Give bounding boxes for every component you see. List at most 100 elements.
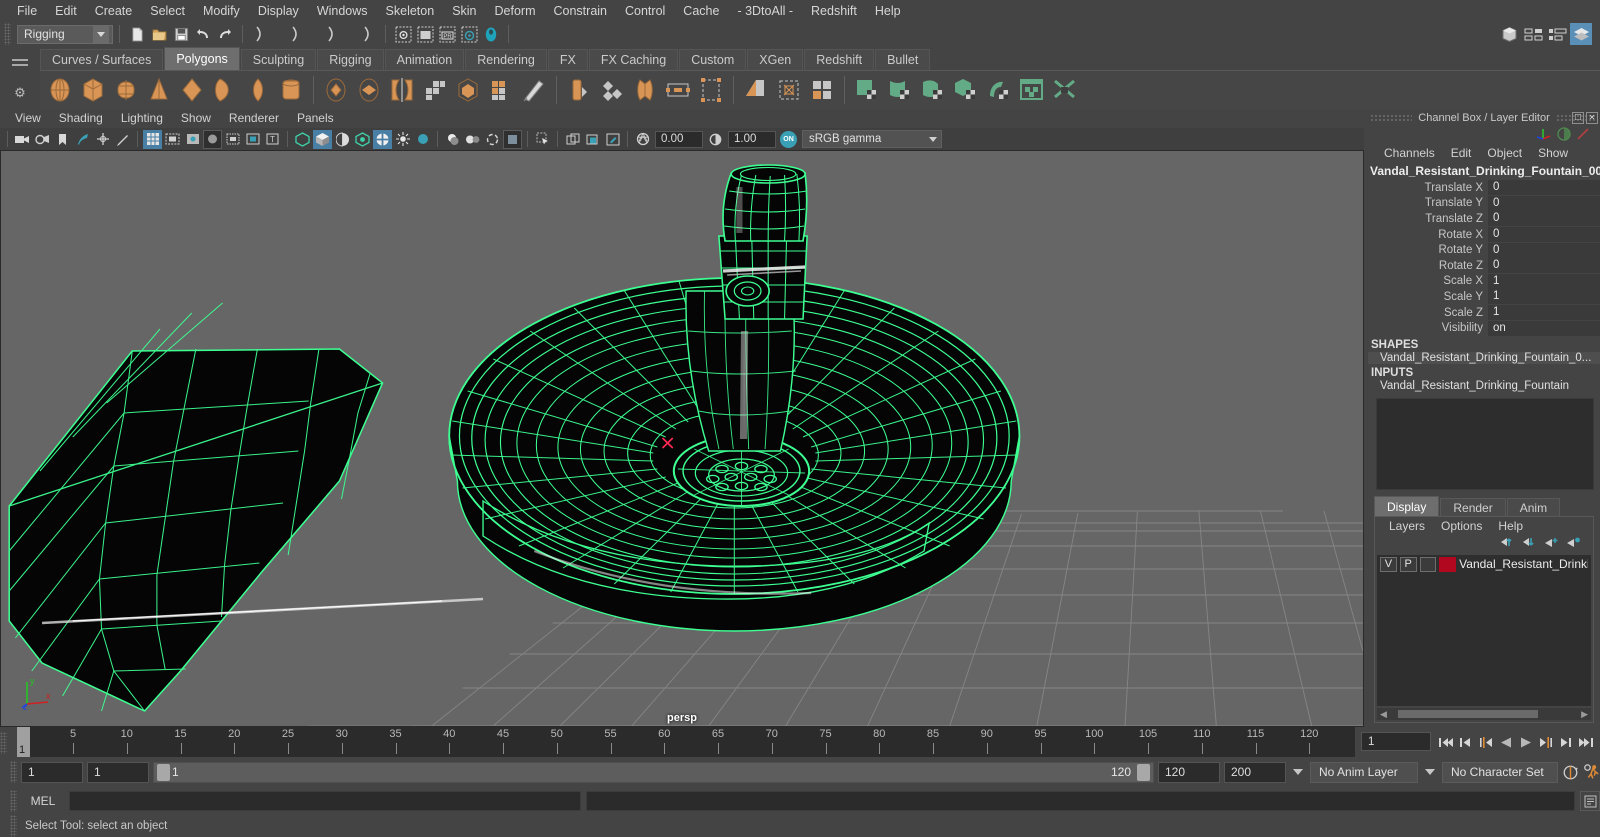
play-forwards-icon[interactable] <box>1517 732 1534 752</box>
poly-bevel-icon[interactable] <box>596 73 628 107</box>
channel-value-field[interactable]: 0 <box>1488 195 1600 211</box>
poly-duplicate-face-icon[interactable] <box>773 73 805 107</box>
camera-attributes-icon[interactable] <box>33 130 52 149</box>
current-time-indicator[interactable]: 1 <box>17 727 30 757</box>
exposure-value-field[interactable]: 0.00 <box>655 130 703 148</box>
scroll-left-arrow-icon[interactable]: ◀ <box>1377 709 1390 720</box>
display-layer-icon[interactable] <box>243 130 262 149</box>
xray-active-components-icon[interactable] <box>603 130 622 149</box>
viewport-menu-view[interactable]: View <box>6 109 50 128</box>
layer-list[interactable]: V P Vandal_Resistant_Drinki <box>1377 554 1591 706</box>
channel-value-field[interactable]: 0 <box>1488 227 1600 243</box>
menu-select[interactable]: Select <box>141 1 194 21</box>
save-scene-icon[interactable] <box>170 23 192 45</box>
menu-redshift[interactable]: Redshift <box>802 1 866 21</box>
menu-3dtoall[interactable]: - 3DtoAll - <box>728 1 802 21</box>
exposure-display-icon[interactable] <box>223 130 242 149</box>
viewport-menu-shading[interactable]: Shading <box>50 109 112 128</box>
poly-mirror-icon[interactable] <box>386 73 418 107</box>
ambient-occlusion-icon[interactable] <box>463 130 482 149</box>
poly-reduce-icon[interactable] <box>452 73 484 107</box>
channel-row[interactable]: Scale X 1 <box>1368 273 1600 290</box>
uv-automatic-icon[interactable] <box>950 73 982 107</box>
poly-cone-icon[interactable] <box>143 73 175 107</box>
shelf-options-gear-icon[interactable]: ⚙ <box>14 85 26 101</box>
menu-deform[interactable]: Deform <box>486 1 545 21</box>
shelf-tab-fx-caching[interactable]: FX Caching <box>588 49 679 70</box>
shelf-tab-xgen[interactable]: XGen <box>747 49 804 70</box>
play-backwards-icon[interactable] <box>1497 732 1514 752</box>
uv-unfold-icon[interactable] <box>983 73 1015 107</box>
range-slider[interactable]: 1 120 <box>153 761 1154 783</box>
red-slash-icon[interactable] <box>1576 127 1590 144</box>
channel-row[interactable]: Translate Z 0 <box>1368 211 1600 227</box>
channel-value-field[interactable]: 1 <box>1488 273 1600 289</box>
poly-boolean-icon[interactable] <box>320 73 352 107</box>
select-by-object-icon[interactable] <box>285 23 307 45</box>
anim-layer-selector[interactable]: No Anim Layer <box>1310 761 1418 783</box>
channel-row[interactable]: Translate X 0 <box>1368 180 1600 196</box>
undo-icon[interactable] <box>192 23 214 45</box>
view-transform-toggle[interactable]: ON <box>779 130 798 149</box>
range-end-handle[interactable] <box>1137 763 1150 781</box>
layer-tab-render[interactable]: Render <box>1440 497 1506 516</box>
isolate-select-icon[interactable] <box>533 130 552 149</box>
shelf-tab-rigging[interactable]: Rigging <box>317 49 384 70</box>
layer-name[interactable]: Vandal_Resistant_Drinki <box>1459 557 1588 571</box>
poly-append-icon[interactable] <box>662 73 694 107</box>
move-layer-down-icon[interactable] <box>1522 536 1537 551</box>
open-scene-icon[interactable] <box>148 23 170 45</box>
channel-value-field[interactable]: 1 <box>1488 289 1600 305</box>
textured-shading-icon[interactable] <box>353 130 372 149</box>
uv-spherical-icon[interactable] <box>917 73 949 107</box>
channel-value-field[interactable]: on <box>1488 320 1600 336</box>
new-layer-from-selected-icon[interactable] <box>1566 536 1581 551</box>
shelf-menu-icon[interactable] <box>12 56 28 69</box>
select-camera-icon[interactable] <box>13 130 32 149</box>
anti-alias-icon[interactable] <box>483 130 502 149</box>
menu-edit[interactable]: Edit <box>46 1 86 21</box>
character-set-selector[interactable]: No Character Set <box>1442 761 1558 783</box>
go-to-start-icon[interactable] <box>1437 732 1454 752</box>
layer-menu-help[interactable]: Help <box>1490 519 1531 533</box>
command-output-field[interactable] <box>586 791 1575 811</box>
animation-start-time-field[interactable]: 1 <box>21 761 83 783</box>
two-sided-lighting-icon[interactable] <box>413 130 432 149</box>
layer-type-toggle[interactable] <box>1419 556 1437 572</box>
select-mask-icon[interactable] <box>357 23 379 45</box>
shadows-icon[interactable] <box>443 130 462 149</box>
help-line-grip[interactable] <box>10 815 17 837</box>
channel-row[interactable]: Translate Y 0 <box>1368 195 1600 212</box>
resolution-gate-icon[interactable] <box>183 130 202 149</box>
viewport-menu-renderer[interactable]: Renderer <box>220 109 288 128</box>
menu-cache[interactable]: Cache <box>674 1 728 21</box>
animation-preferences-icon[interactable] <box>1583 762 1600 782</box>
channel-value-field[interactable]: 0 <box>1488 258 1600 274</box>
character-set-dropdown-arrow-icon[interactable] <box>1422 769 1438 775</box>
menu-help[interactable]: Help <box>866 1 910 21</box>
image-plane-icon[interactable] <box>73 130 92 149</box>
chevron-down-icon[interactable] <box>93 25 109 43</box>
layer-tab-display[interactable]: Display <box>1374 495 1440 516</box>
layer-tab-anim[interactable]: Anim <box>1506 497 1561 516</box>
shaded-with-wire-icon[interactable] <box>333 130 352 149</box>
chevron-down-icon[interactable] <box>929 136 937 142</box>
command-input-field[interactable] <box>69 791 581 811</box>
menu-skeleton[interactable]: Skeleton <box>377 1 444 21</box>
viewport-menu-lighting[interactable]: Lighting <box>112 109 172 128</box>
playback-end-time-field[interactable]: 120 <box>1158 761 1220 783</box>
shelf-tab-redshift[interactable]: Redshift <box>804 49 875 70</box>
snap-point-icon[interactable]: PR <box>436 23 458 45</box>
gamma-contrast-icon[interactable] <box>706 130 725 149</box>
anim-layer-dropdown-arrow-icon[interactable] <box>1290 769 1306 775</box>
close-panel-icon[interactable]: ✕ <box>1586 111 1598 124</box>
manipulator-axes-icon[interactable] <box>1536 126 1552 145</box>
film-gate-icon[interactable] <box>163 130 182 149</box>
poly-remesh-icon[interactable] <box>485 73 517 107</box>
script-editor-icon[interactable] <box>1580 791 1600 811</box>
layer-color-swatch[interactable] <box>1439 556 1457 572</box>
current-frame-field[interactable]: 1 <box>1361 732 1431 751</box>
viewport-menu-show[interactable]: Show <box>172 109 220 128</box>
text-overlay-icon[interactable]: T <box>263 130 282 149</box>
layer-visibility-toggle[interactable]: V <box>1380 556 1397 572</box>
